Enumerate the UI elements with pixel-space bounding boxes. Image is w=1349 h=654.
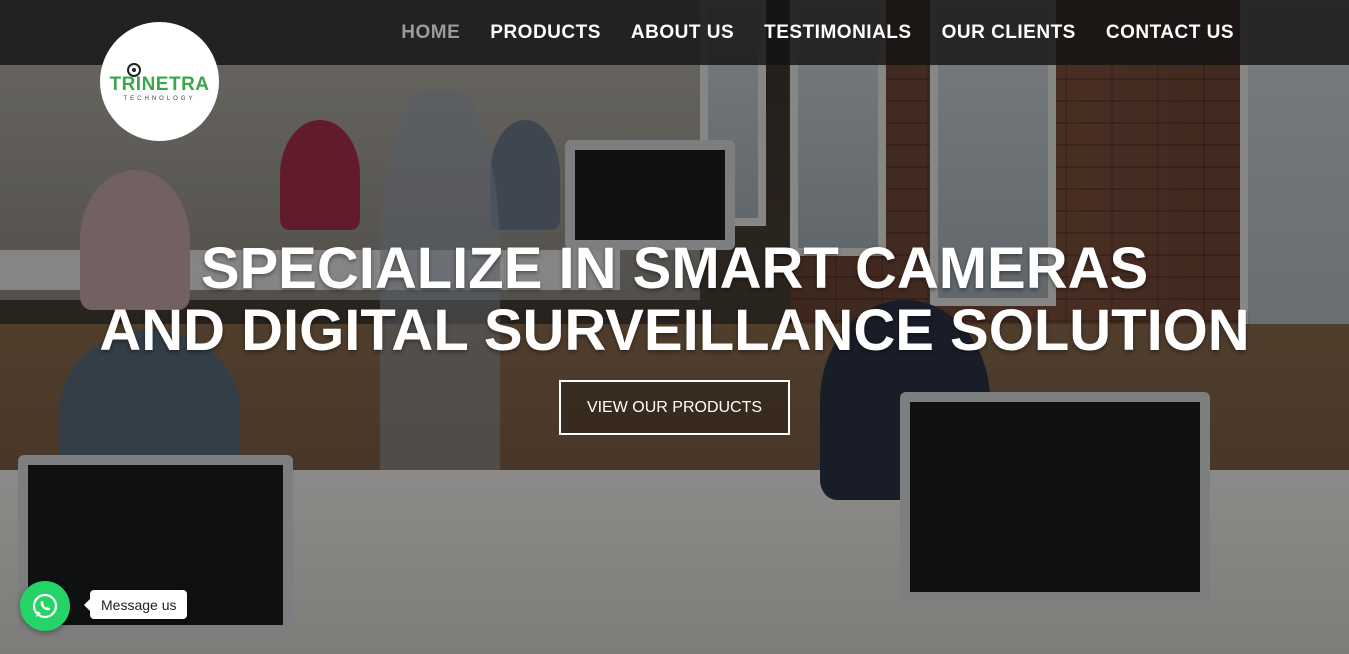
- nav-item-our-clients[interactable]: OUR CLIENTS: [927, 22, 1091, 44]
- whatsapp-button[interactable]: [20, 581, 70, 631]
- nav-item-home[interactable]: HOME: [386, 22, 475, 44]
- main-nav: HOME PRODUCTS ABOUT US TESTIMONIALS OUR …: [386, 0, 1249, 65]
- nav-item-about-us[interactable]: ABOUT US: [616, 22, 749, 44]
- view-products-button[interactable]: VIEW OUR PRODUCTS: [559, 380, 790, 435]
- logo-brand-name: TRINETRA: [109, 74, 210, 95]
- hero-title-line-1: SPECIALIZE IN SMART CAMERAS: [200, 236, 1149, 301]
- hero-title-line-2: AND DIGITAL SURVEILLANCE SOLUTION: [99, 298, 1250, 363]
- hero-section: HOME PRODUCTS ABOUT US TESTIMONIALS OUR …: [0, 0, 1349, 654]
- nav-item-testimonials[interactable]: TESTIMONIALS: [749, 22, 926, 44]
- eye-icon: [127, 63, 141, 77]
- whatsapp-icon: [32, 593, 58, 619]
- whatsapp-message-label[interactable]: Message us: [83, 590, 188, 619]
- nav-item-contact-us[interactable]: CONTACT US: [1091, 22, 1249, 44]
- nav-item-products[interactable]: PRODUCTS: [475, 22, 616, 44]
- hero-title: SPECIALIZE IN SMART CAMERAS AND DIGITAL …: [0, 238, 1349, 362]
- site-logo[interactable]: TRINETRA TECHNOLOGY: [100, 22, 219, 141]
- logo-tagline: TECHNOLOGY: [123, 96, 196, 102]
